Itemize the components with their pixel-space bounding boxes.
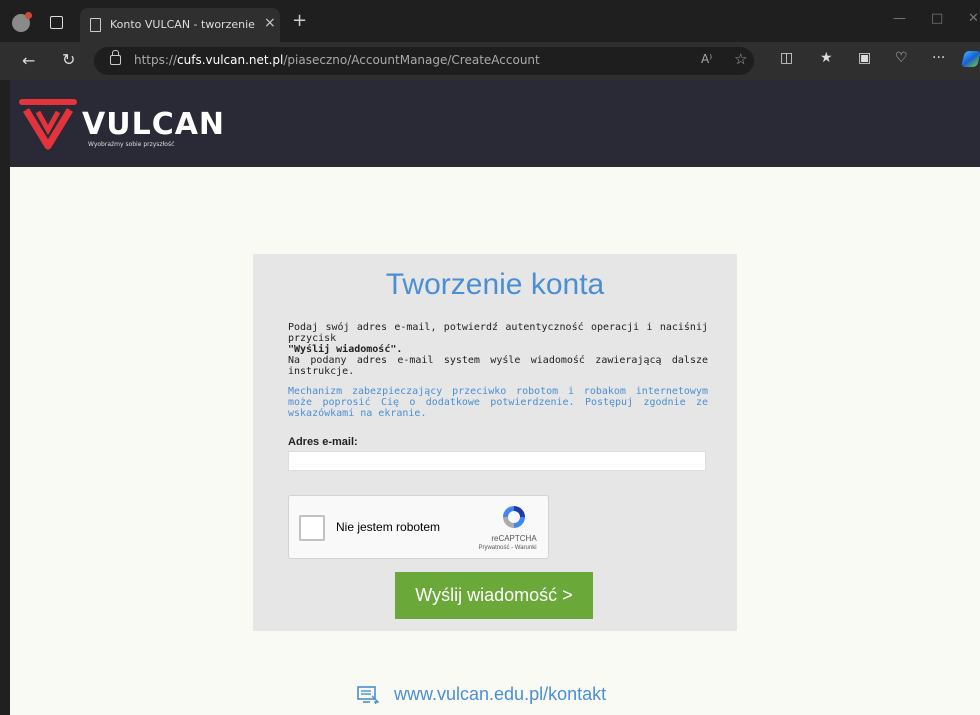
instructions-line1: Podaj swój adres e-mail, potwierdź auten… (288, 322, 708, 344)
instructions-line2: Na podany adres e-mail system wyśle wiad… (288, 355, 708, 377)
browser-essentials-icon[interactable]: ♡ (895, 50, 908, 66)
create-account-panel: Tworzenie konta Podaj swój adres e-mail,… (253, 254, 737, 631)
captcha-label: Nie jestem robotem (336, 520, 441, 534)
more-menu-icon[interactable]: ··· (932, 50, 945, 66)
page-content: VULCAN Wyobraźmy sobie przyszłość Tworze… (10, 80, 980, 715)
email-field[interactable] (288, 451, 706, 471)
recaptcha-logo-icon (503, 506, 525, 528)
recaptcha-widget: Nie jestem robotem reCAPTCHA Prywatność … (288, 495, 549, 559)
workspaces-icon[interactable] (50, 16, 63, 29)
send-message-button[interactable]: Wyślij wiadomość > (395, 572, 593, 619)
captcha-checkbox[interactable] (299, 515, 325, 541)
favorite-star-icon[interactable]: ☆ (734, 50, 747, 68)
site-header: VULCAN Wyobraźmy sobie przyszłość (10, 80, 980, 167)
tab-close-icon[interactable]: × (264, 15, 276, 31)
browser-tab[interactable]: Konto VULCAN - tworzenie konta × (80, 8, 280, 42)
logo-slogan: Wyobraźmy sobie przyszłość (88, 141, 175, 148)
address-bar[interactable]: https://cufs.vulcan.net.pl/piaseczno/Acc… (94, 47, 754, 75)
computer-contact-icon (357, 686, 379, 704)
instructions-button-name: "Wyślij wiadomość". (288, 344, 403, 355)
page-icon (90, 18, 101, 32)
lock-icon[interactable] (110, 50, 121, 65)
instructions-text: Podaj swój adres e-mail, potwierdź auten… (288, 322, 708, 377)
minimize-button[interactable]: — (893, 11, 906, 26)
page-title: Tworzenie konta (385, 268, 605, 301)
read-aloud-icon[interactable]: A⁾ (701, 52, 712, 66)
collections-icon[interactable]: ▣ (858, 50, 871, 66)
back-arrow-icon[interactable]: ← (22, 51, 35, 70)
profile-avatar-icon[interactable] (12, 12, 32, 32)
close-window-button[interactable]: ✕ (968, 11, 979, 26)
logo-text[interactable]: VULCAN (82, 107, 225, 142)
browser-toolbar: ← ↻ https://cufs.vulcan.net.pl/piaseczno… (0, 42, 980, 80)
email-label: Adres e-mail: (288, 436, 358, 448)
url-text[interactable]: https://cufs.vulcan.net.pl/piaseczno/Acc… (134, 53, 540, 67)
contact-link-text[interactable]: www.vulcan.edu.pl/kontakt (394, 684, 606, 705)
browser-title-bar: Konto VULCAN - tworzenie konta × + — □ ✕ (0, 0, 980, 42)
tab-title: Konto VULCAN - tworzenie konta (110, 18, 256, 31)
vulcan-logo-icon[interactable] (18, 96, 78, 152)
recaptcha-brand: reCAPTCHA (491, 534, 537, 543)
favorites-icon[interactable]: ★ (820, 50, 833, 66)
captcha-info-text: Mechanizm zabezpieczający przeciwko robo… (288, 386, 708, 419)
recaptcha-privacy-terms-links[interactable]: Prywatność - Warunki (465, 545, 550, 551)
reload-icon[interactable]: ↻ (62, 50, 75, 69)
split-screen-icon[interactable]: ◫ (780, 50, 793, 66)
maximize-button[interactable]: □ (931, 11, 943, 26)
copilot-icon[interactable] (960, 51, 980, 67)
new-tab-button[interactable]: + (292, 12, 307, 30)
